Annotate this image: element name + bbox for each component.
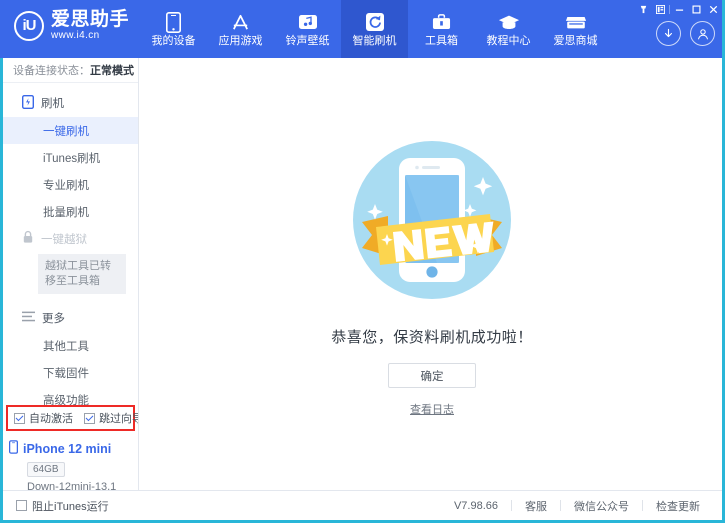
sidebar-item-download-firmware[interactable]: 下载固件 [0, 359, 138, 386]
connected-device-card[interactable]: iPhone 12 mini 64GB Down-12mini-13,1 [0, 436, 138, 490]
skin-icon[interactable] [635, 3, 651, 16]
window-control-divider [669, 5, 670, 14]
refresh-icon [365, 11, 385, 33]
confirm-button[interactable]: 确定 [388, 363, 476, 388]
sidebar: 设备连接状态：正常模式 刷机 一键刷机 iTunes刷机 专业刷机 批量刷机 一… [0, 58, 139, 490]
check-update-link[interactable]: 检查更新 [643, 498, 713, 514]
brand-text: 爱思助手 www.i4.cn [51, 10, 129, 41]
brand-subtitle: www.i4.cn [51, 31, 129, 41]
user-icon[interactable] [690, 21, 715, 46]
lock-icon [22, 230, 34, 247]
toolbox-icon [431, 11, 452, 33]
sidebar-group-label: 更多 [42, 310, 65, 326]
nav-label: 工具箱 [425, 36, 458, 47]
flash-device-icon [22, 95, 34, 112]
appstore-icon [230, 11, 251, 33]
skip-wizard-checkbox[interactable] [84, 413, 95, 424]
sidebar-item-label: 其他工具 [43, 338, 89, 354]
block-itunes-label: 阻止iTunes运行 [32, 498, 109, 514]
app-version: V7.98.66 [441, 500, 511, 512]
new-badge-illustration [342, 130, 522, 310]
maximize-icon[interactable] [688, 3, 704, 16]
nav-item-smart-flash[interactable]: 智能刷机 [341, 0, 408, 58]
nav-label: 智能刷机 [353, 36, 397, 47]
option-label: 自动激活 [29, 410, 73, 426]
sidebar-item-label: iTunes刷机 [43, 150, 100, 166]
customer-service-link[interactable]: 客服 [512, 498, 560, 514]
sidebar-group-label: 刷机 [41, 95, 64, 111]
connection-status-value: 正常模式 [90, 62, 134, 78]
phone-icon [166, 11, 181, 33]
nav-label: 爱思商城 [554, 36, 598, 47]
i4-assistant-window: iU 爱思助手 www.i4.cn 我的设备 应用游戏 [0, 0, 725, 523]
phone-small-icon [9, 440, 18, 457]
sidebar-item-itunes-flash[interactable]: iTunes刷机 [0, 144, 138, 171]
device-capacity-badge: 64GB [27, 462, 65, 477]
nav-label: 应用游戏 [219, 36, 263, 47]
app-header: iU 爱思助手 www.i4.cn 我的设备 应用游戏 [0, 0, 725, 58]
brand-logo: iU 爱思助手 www.i4.cn [14, 10, 129, 41]
sidebar-options-highlight: 自动激活 跳过向导 [6, 405, 135, 431]
download-icon[interactable] [656, 21, 681, 46]
nav-item-store[interactable]: 爱思商城 [542, 0, 609, 58]
nav-item-tutorial-center[interactable]: 教程中心 [475, 0, 542, 58]
sidebar-item-one-key-flash[interactable]: 一键刷机 [0, 117, 138, 144]
sidebar-item-batch-flash[interactable]: 批量刷机 [0, 198, 138, 225]
sidebar-group-more[interactable]: 更多 [0, 304, 138, 332]
success-panel: 恭喜您，保资料刷机成功啦！ 确定 查看日志 [139, 130, 725, 417]
nav-label: 铃声壁纸 [286, 36, 330, 47]
window-controls [635, 2, 721, 16]
nav-item-my-device[interactable]: 我的设备 [140, 0, 207, 58]
sidebar-group-flash[interactable]: 刷机 [0, 89, 138, 117]
minimize-icon[interactable] [671, 3, 687, 16]
new-badge-svg [342, 130, 522, 310]
connection-status-label: 设备连接状态： [13, 62, 90, 78]
sidebar-item-label: 下载固件 [43, 365, 89, 381]
jailbreak-tooltip: 越狱工具已转移至工具箱 [38, 254, 126, 294]
connection-status: 设备连接状态：正常模式 [0, 58, 138, 83]
nav-item-toolbox[interactable]: 工具箱 [408, 0, 475, 58]
wechat-link[interactable]: 微信公众号 [561, 498, 642, 514]
list-icon [22, 311, 35, 325]
main-nav: 我的设备 应用游戏 铃声壁纸 智能刷机 [140, 0, 609, 58]
nav-item-apps-games[interactable]: 应用游戏 [207, 0, 274, 58]
sidebar-item-label: 一键刷机 [43, 123, 89, 139]
sidebar-item-pro-flash[interactable]: 专业刷机 [0, 171, 138, 198]
sidebar-item-other-tools[interactable]: 其他工具 [0, 332, 138, 359]
music-box-icon [298, 11, 318, 33]
sidebar-item-label: 一键越狱 [41, 231, 87, 247]
option-skip-wizard[interactable]: 跳过向导 [84, 410, 139, 426]
account-actions [656, 21, 715, 46]
device-identifier: Down-12mini-13,1 [27, 481, 138, 490]
device-name-row: iPhone 12 mini [9, 440, 138, 457]
nav-label: 教程中心 [487, 36, 531, 47]
success-message: 恭喜您，保资料刷机成功啦！ [331, 326, 533, 347]
main-content: 恭喜您，保资料刷机成功啦！ 确定 查看日志 [139, 58, 725, 490]
block-itunes-option[interactable]: 阻止iTunes运行 [16, 498, 109, 514]
view-log-link[interactable]: 查看日志 [410, 401, 454, 417]
status-bar-right: V7.98.66 客服 微信公众号 检查更新 [441, 498, 713, 514]
close-icon[interactable] [705, 3, 721, 16]
nav-item-ringtones-wallpaper[interactable]: 铃声壁纸 [274, 0, 341, 58]
sidebar-item-jailbreak: 一键越狱 [0, 225, 138, 252]
store-icon [565, 11, 587, 33]
menu-icon[interactable] [652, 3, 668, 16]
brand-title: 爱思助手 [51, 10, 129, 29]
graduation-cap-icon [498, 11, 520, 33]
device-name: iPhone 12 mini [23, 442, 111, 456]
brand-mark-icon: iU [14, 11, 44, 41]
block-itunes-checkbox[interactable] [16, 500, 27, 511]
option-label: 跳过向导 [99, 410, 139, 426]
sidebar-item-label: 批量刷机 [43, 204, 89, 220]
status-bar: 阻止iTunes运行 V7.98.66 客服 微信公众号 检查更新 [0, 490, 725, 520]
window-left-edge [0, 58, 3, 520]
option-auto-activate[interactable]: 自动激活 [14, 410, 73, 426]
auto-activate-checkbox[interactable] [14, 413, 25, 424]
sidebar-item-label: 专业刷机 [43, 177, 89, 193]
nav-label: 我的设备 [152, 36, 196, 47]
